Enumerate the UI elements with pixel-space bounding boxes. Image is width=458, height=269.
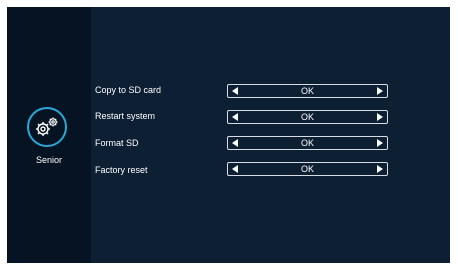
selector-value: OK bbox=[300, 164, 314, 174]
copy-to-sd-selector[interactable]: OK bbox=[227, 84, 388, 98]
selector-value: OK bbox=[300, 138, 314, 148]
triangle-right-icon bbox=[377, 87, 383, 95]
triangle-left-icon bbox=[232, 87, 238, 95]
left-arrow-button[interactable] bbox=[228, 85, 242, 97]
right-arrow-button[interactable] bbox=[373, 137, 387, 149]
sidebar: Senior bbox=[7, 7, 91, 263]
selector-value: OK bbox=[300, 86, 314, 96]
selector-value: OK bbox=[300, 112, 314, 122]
restart-system-label: Restart system bbox=[95, 111, 156, 121]
settings-screen: Senior Copy to SD card OK Restart system… bbox=[7, 7, 450, 263]
sidebar-item-senior[interactable]: Senior bbox=[23, 107, 75, 177]
left-arrow-button[interactable] bbox=[228, 137, 242, 149]
right-arrow-button[interactable] bbox=[373, 163, 387, 175]
triangle-left-icon bbox=[232, 165, 238, 173]
gears-icon bbox=[27, 107, 67, 147]
right-arrow-button[interactable] bbox=[373, 111, 387, 123]
copy-to-sd-label: Copy to SD card bbox=[95, 85, 162, 95]
triangle-left-icon bbox=[232, 139, 238, 147]
restart-system-selector[interactable]: OK bbox=[227, 110, 388, 124]
left-arrow-button[interactable] bbox=[228, 111, 242, 123]
triangle-right-icon bbox=[377, 113, 383, 121]
right-arrow-button[interactable] bbox=[373, 85, 387, 97]
triangle-left-icon bbox=[232, 113, 238, 121]
format-sd-label: Format SD bbox=[95, 138, 139, 148]
triangle-right-icon bbox=[377, 139, 383, 147]
factory-reset-selector[interactable]: OK bbox=[227, 162, 388, 176]
left-arrow-button[interactable] bbox=[228, 163, 242, 175]
sidebar-item-label: Senior bbox=[35, 155, 62, 165]
triangle-right-icon bbox=[377, 165, 383, 173]
factory-reset-label: Factory reset bbox=[95, 165, 148, 175]
format-sd-selector[interactable]: OK bbox=[227, 136, 388, 150]
